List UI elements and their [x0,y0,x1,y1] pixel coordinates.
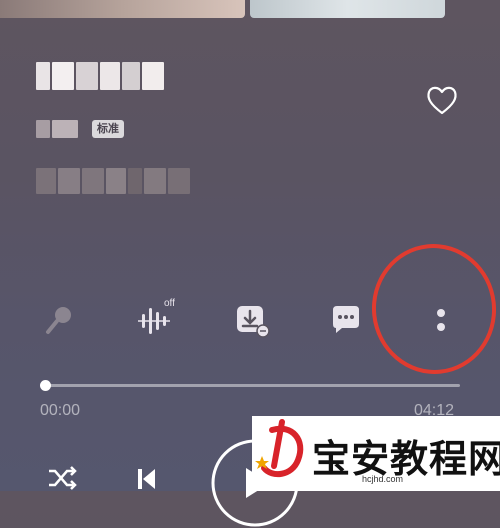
artist-name-pixelated [36,120,78,138]
comment-icon[interactable] [324,298,368,342]
audio-effect-icon[interactable]: off [134,298,178,342]
sing-mic-icon[interactable] [38,298,82,342]
watermark-url: hcjhd.com [362,474,404,484]
download-icon[interactable] [230,298,274,342]
audio-effect-off-label: off [164,298,175,309]
album-art-strip [0,0,500,20]
progress-knob[interactable] [40,380,51,391]
song-title-pixelated [36,62,164,90]
album-name-pixelated [36,168,190,194]
favorite-heart-icon[interactable] [424,82,460,118]
watermark-emblem-icon [255,419,304,478]
progress-track[interactable] [46,384,460,387]
watermark-title: 宝安教程网 [312,437,500,481]
elapsed-time: 00:00 [40,402,81,419]
previous-track-icon[interactable] [124,456,168,500]
quality-badge[interactable]: 标准 [92,120,124,138]
watermark-logo: 宝安教程网 hcjhd.com [252,416,500,491]
annotation-circle [365,237,500,381]
shuffle-icon[interactable] [40,456,84,500]
